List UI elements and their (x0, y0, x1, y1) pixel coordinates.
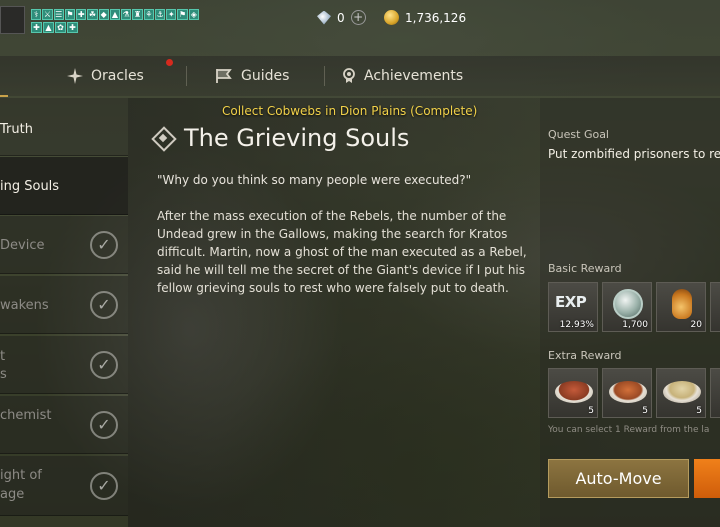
quest-quote: "Why do you think so many people were ex… (157, 173, 472, 187)
potion-icon (672, 289, 692, 319)
reward-slot-partial[interactable] (710, 282, 720, 332)
skewer-dish-icon (609, 381, 647, 403)
quest-item-label: chemist (0, 408, 52, 423)
auto-move-button[interactable]: Auto-Move (548, 459, 689, 498)
notification-dot (166, 59, 173, 66)
reward-qty: 5 (642, 406, 648, 416)
buff-icon[interactable]: ◈ (188, 9, 199, 20)
quest-list-item[interactable]: t s ✓ (0, 336, 128, 394)
buff-icon[interactable]: ⚑ (64, 9, 76, 20)
tab-divider (186, 66, 187, 86)
steak-dish-icon (555, 381, 593, 403)
reward-qty: 5 (588, 406, 594, 416)
completed-check-icon: ✓ (90, 351, 118, 379)
reward-qty: 5 (696, 406, 702, 416)
completed-check-icon: ✓ (90, 231, 118, 259)
buff-icon[interactable]: ◆ (98, 9, 109, 20)
buff-icon[interactable]: ✚ (76, 9, 87, 20)
quest-title: The Grieving Souls (152, 124, 409, 152)
tab-oracles-label: Oracles (91, 68, 144, 84)
exp-icon: EXP (555, 293, 587, 311)
gem-icon (317, 10, 331, 25)
reward-qty: 12.93% (559, 320, 594, 330)
quest-list-item-selected[interactable]: ing Souls (0, 157, 128, 215)
basic-reward-row: EXP 12.93% 1,700 20 (548, 282, 720, 332)
silver-coin-icon (613, 289, 643, 319)
buff-icon[interactable]: ☘ (87, 9, 98, 20)
buff-icon[interactable]: ⚓ (154, 9, 166, 20)
bowl-dish-icon (663, 381, 701, 403)
gem-currency: 0 + (317, 10, 366, 25)
reward-slot-partial[interactable] (710, 368, 720, 418)
reward-qty: 1,700 (622, 320, 648, 330)
gold-currency: 1,736,126 (384, 10, 466, 25)
buff-icon[interactable]: ⚕ (31, 9, 42, 20)
buff-icon[interactable]: ✿ (55, 22, 66, 33)
tab-guides[interactable]: Guides (215, 56, 289, 96)
quest-goal-text: Put zombified prisoners to re (548, 147, 720, 161)
quest-diamond-icon (152, 127, 174, 149)
completed-check-icon: ✓ (90, 472, 118, 500)
quest-list-item[interactable]: Device ✓ (0, 216, 128, 274)
completed-check-icon: ✓ (90, 411, 118, 439)
quest-list-item[interactable]: ight of age ✓ (0, 456, 128, 516)
buff-icon[interactable]: ⚗ (121, 9, 132, 20)
reward-slot-skewer[interactable]: 5 (602, 368, 652, 418)
basic-reward-label: Basic Reward (548, 262, 622, 275)
quest-complete-notice: Collect Cobwebs in Dion Plains (Complete… (222, 104, 478, 118)
top-status-bar: ⚕ ⚔ ☰ ⚑ ✚ ☘ ◆ ▲ ⚗ ♜ ⚘ ⚓ ✦ ⚑ ◈ ✚ ▲ ✿ ✚ 0 + 1,736,126 (0, 0, 720, 40)
buff-icon[interactable]: ⚔ (42, 9, 53, 20)
buff-icon[interactable]: ✚ (67, 22, 78, 33)
action-button-partial[interactable] (694, 459, 720, 498)
buff-icon[interactable]: ✦ (166, 9, 177, 20)
tab-oracles[interactable]: Oracles (67, 56, 144, 96)
quest-tabs: Oracles Guides Achievements (0, 56, 720, 97)
reward-slot-bowl[interactable]: 5 (656, 368, 706, 418)
reward-slot-exp[interactable]: EXP 12.93% (548, 282, 598, 332)
buff-icon[interactable]: ☰ (53, 9, 64, 20)
buff-icon[interactable]: ✚ (31, 22, 42, 33)
gem-amount: 0 (337, 10, 345, 25)
active-tab-indicator (0, 95, 8, 97)
quest-item-label: Truth (0, 122, 33, 137)
quest-item-label: ing Souls (0, 179, 60, 194)
tab-achievements-label: Achievements (364, 68, 464, 84)
buff-icon[interactable]: ♜ (132, 9, 143, 20)
flag-icon (216, 69, 232, 83)
reward-slot-steak[interactable]: 5 (548, 368, 598, 418)
quest-list: Truth ing Souls Device ✓ wakens ✓ t s ✓ … (0, 98, 128, 527)
buff-icon[interactable]: ⚘ (143, 9, 154, 20)
quest-item-label: wakens (0, 298, 49, 313)
reward-slot-potion[interactable]: 20 (656, 282, 706, 332)
quest-description: After the mass execution of the Rebels, … (157, 209, 527, 295)
quest-item-label: Device (0, 238, 45, 253)
reward-qty: 20 (690, 320, 702, 330)
quest-detail-panel (128, 98, 540, 527)
quest-title-text: The Grieving Souls (184, 124, 410, 152)
reward-select-note: You can select 1 Reward from the la (548, 425, 710, 435)
gold-amount: 1,736,126 (405, 10, 467, 25)
tab-achievements[interactable]: Achievements (342, 56, 463, 96)
medal-icon (343, 68, 355, 83)
gold-coin-icon (384, 10, 399, 25)
quest-item-label: t s (0, 349, 7, 382)
tab-guides-label: Guides (241, 68, 290, 84)
buff-icon[interactable]: ▲ (109, 9, 121, 20)
buff-icon[interactable]: ▲ (43, 22, 54, 33)
extra-reward-label: Extra Reward (548, 349, 622, 362)
quest-item-label: ight of age (0, 468, 42, 502)
quest-goal-label: Quest Goal (548, 128, 609, 141)
tab-divider (324, 66, 325, 86)
quest-list-item[interactable]: wakens ✓ (0, 276, 128, 334)
character-portrait[interactable] (0, 6, 25, 34)
completed-check-icon: ✓ (90, 291, 118, 319)
extra-reward-row: 5 5 5 (548, 368, 720, 418)
reward-slot-silver[interactable]: 1,700 (602, 282, 652, 332)
add-gems-icon[interactable]: + (350, 10, 366, 25)
quest-list-item[interactable]: chemist ✓ (0, 396, 128, 454)
quest-list-item[interactable]: Truth (0, 98, 128, 156)
star-burst-icon (67, 68, 83, 84)
buff-icons: ⚕ ⚔ ☰ ⚑ ✚ ☘ ◆ ▲ ⚗ ♜ ⚘ ⚓ ✦ ⚑ ◈ ✚ ▲ ✿ ✚ (31, 9, 199, 35)
buff-icon[interactable]: ⚑ (177, 9, 188, 20)
